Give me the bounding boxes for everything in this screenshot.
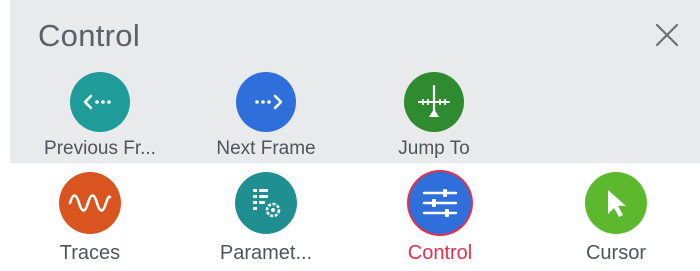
control-panel: Control Previous Fr... Next Frame Jump T…	[10, 0, 700, 163]
tab-parameters[interactable]: Paramet...	[186, 172, 346, 268]
tab-control[interactable]: Control	[360, 172, 520, 268]
tab-parameters-label: Paramet...	[219, 242, 313, 264]
close-button[interactable]	[652, 20, 682, 50]
previous-frame-label: Previous Fr...	[44, 138, 156, 159]
previous-frame-icon	[70, 72, 130, 132]
waveform-icon	[59, 172, 121, 234]
jump-to-button[interactable]: Jump To	[354, 72, 514, 164]
previous-frame-button[interactable]: Previous Fr...	[20, 72, 180, 164]
jump-to-label: Jump To	[398, 138, 470, 159]
next-frame-button[interactable]: Next Frame	[186, 72, 346, 164]
tab-cursor-label: Cursor	[585, 242, 646, 264]
jump-to-icon	[404, 72, 464, 132]
next-frame-label: Next Frame	[216, 138, 316, 159]
parameters-icon	[235, 172, 297, 234]
close-icon	[655, 23, 679, 47]
panel-title: Control	[38, 18, 141, 53]
next-frame-icon	[236, 72, 296, 132]
cursor-icon	[585, 172, 647, 234]
tab-traces[interactable]: Traces	[10, 172, 170, 268]
tab-control-label: Control	[407, 242, 473, 264]
tab-traces-label: Traces	[59, 242, 121, 264]
tab-cursor[interactable]: Cursor	[536, 172, 696, 268]
sliders-icon	[409, 172, 471, 234]
